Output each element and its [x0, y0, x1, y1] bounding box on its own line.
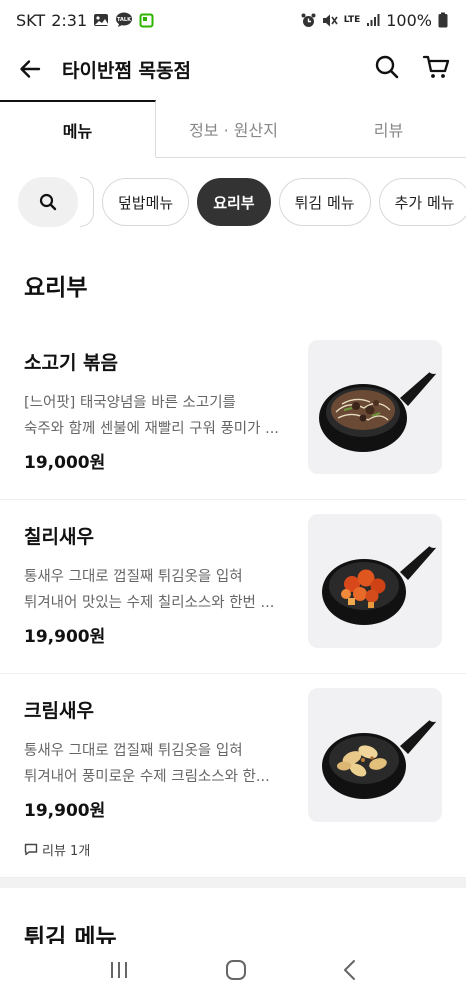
network-label: LTE — [343, 14, 361, 25]
menu-item-desc-line: 튀겨내어 맛있는 수제 칠리소스와 한번 ... — [24, 595, 275, 611]
menu-item[interactable]: 소고기 볶음 [느어팟] 태국양념을 바른 소고기를 숙주와 함께 센불에 재빨… — [0, 326, 466, 500]
lte-icon: LTE — [343, 14, 361, 25]
section-title: 요리부 — [24, 275, 88, 301]
category-chips: 덮밥메뉴 요리부 튀김 메뉴 추가 메뉴 — [0, 176, 466, 228]
beef-stirfry-pan-image — [319, 368, 439, 452]
search-button[interactable] — [374, 54, 400, 84]
carrier-label: SKT — [16, 10, 46, 30]
signal-icon — [366, 13, 380, 27]
menu-item-price: 19,900원 — [24, 627, 106, 647]
menu-item-photo — [308, 514, 442, 648]
talk-notification-icon: TALK — [115, 12, 133, 28]
home-button[interactable] — [225, 959, 247, 985]
menu-item-price: 19,900원 — [24, 801, 106, 821]
category-chip-fried[interactable]: 튀김 메뉴 — [278, 178, 371, 226]
recents-icon — [110, 961, 127, 978]
review-count[interactable]: 리뷰 1개 — [24, 840, 90, 859]
menu-item-name: 소고기 볶음 — [24, 352, 119, 374]
comment-icon — [24, 843, 38, 856]
search-icon — [39, 193, 57, 211]
system-nav-bar — [0, 944, 466, 999]
gallery-notification-icon — [93, 13, 109, 27]
menu-item-description: 통새우 그대로 껍질째 튀김옷을 입혀 튀겨내어 풍미로운 수제 크림소스와 한… — [24, 738, 300, 790]
menu-search-button[interactable] — [18, 177, 78, 227]
category-chip-rice-bowl[interactable]: 덮밥메뉴 — [102, 178, 190, 226]
chip-scroll-edge — [80, 177, 94, 227]
menu-item-desc-line: 숙주와 함께 센불에 재빨리 구워 풍미가 ... — [24, 421, 279, 437]
menu-item[interactable]: 크림새우 통새우 그대로 껍질째 튀김옷을 입혀 튀겨내어 풍미로운 수제 크림… — [0, 674, 466, 878]
menu-item-name: 칠리새우 — [24, 526, 94, 548]
menu-item-desc-line: 통새우 그대로 껍질째 튀김옷을 입혀 — [24, 569, 243, 585]
menu-item-photo — [308, 340, 442, 474]
menu-item-description: [느어팟] 태국양념을 바른 소고기를 숙주와 함께 센불에 재빨리 구워 풍미… — [24, 390, 300, 442]
category-chip-extra[interactable]: 추가 메뉴 — [378, 178, 466, 226]
chevron-left-icon — [344, 959, 356, 980]
menu-item-description: 통새우 그대로 껍질째 튀김옷을 입혀 튀겨내어 맛있는 수제 칠리소스와 한번… — [24, 564, 300, 616]
store-tabs: 메뉴 정보 · 원산지 리뷰 — [0, 100, 466, 158]
status-left: SKT 2:31 TALK — [16, 11, 154, 30]
chili-shrimp-pan-image — [322, 542, 439, 625]
battery-icon — [438, 12, 448, 28]
mute-icon — [322, 13, 338, 28]
app-header: 타이반쩜 목동점 — [0, 40, 466, 98]
menu-item-price: 19,000원 — [24, 453, 106, 473]
section-divider — [0, 878, 466, 888]
status-bar: SKT 2:31 TALK LTE 100% — [0, 0, 466, 40]
menu-item-desc-line: 튀겨내어 풍미로운 수제 크림소스와 한... — [24, 769, 270, 785]
store-title: 타이반쩜 목동점 — [62, 59, 191, 82]
menu-item-desc-line: 통새우 그대로 껍질째 튀김옷을 입혀 — [24, 743, 243, 759]
category-chip-dishes[interactable]: 요리부 — [197, 178, 271, 226]
battery-percent: 100% — [386, 10, 432, 30]
tab-info-origin[interactable]: 정보 · 원산지 — [156, 100, 311, 157]
header-actions — [374, 54, 450, 84]
review-count-label: 리뷰 1개 — [42, 844, 91, 859]
tab-menu[interactable]: 메뉴 — [0, 100, 156, 158]
cart-button[interactable] — [422, 54, 450, 84]
system-back-button[interactable] — [342, 959, 358, 985]
arrow-left-icon — [20, 60, 41, 78]
clock: 2:31 — [51, 10, 88, 30]
menu-item[interactable]: 칠리새우 통새우 그대로 껍질째 튀김옷을 입혀 튀겨내어 맛있는 수제 칠리소… — [0, 500, 466, 674]
cream-shrimp-pan-image — [322, 716, 439, 799]
alarm-icon — [301, 13, 316, 28]
back-button[interactable] — [18, 54, 48, 84]
menu-item-photo — [308, 688, 442, 822]
recent-apps-button[interactable] — [108, 960, 130, 984]
menu-item-name: 크림새우 — [24, 700, 94, 722]
search-icon — [375, 55, 399, 79]
svg-text:TALK: TALK — [117, 17, 132, 23]
tab-review[interactable]: 리뷰 — [311, 100, 466, 157]
cart-icon — [422, 55, 450, 78]
app-notification-icon — [139, 13, 154, 28]
menu-item-desc-line: [느어팟] 태국양념을 바른 소고기를 — [24, 395, 236, 411]
home-icon — [225, 959, 246, 980]
status-right: LTE 100% — [301, 11, 448, 30]
